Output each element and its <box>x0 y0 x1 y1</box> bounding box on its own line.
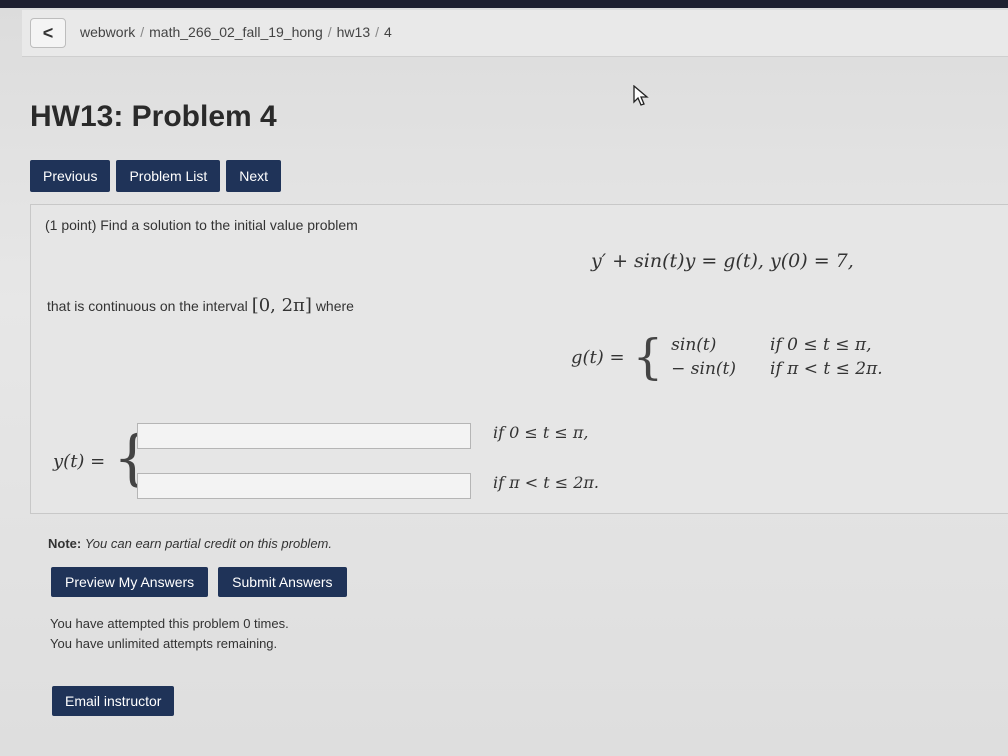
g-case-cond: if π < t ≤ 2π. <box>770 359 883 379</box>
answer-input-2[interactable] <box>137 473 471 499</box>
g-cases: sin(t) if 0 ≤ t ≤ π, − sin(t) if π < t ≤… <box>671 335 883 379</box>
breadcrumb-set[interactable]: hw13 <box>337 24 370 40</box>
page-title: HW13: Problem 4 <box>30 100 277 133</box>
continuity-text: that is continuous on the interval [0, 2… <box>47 295 354 316</box>
email-instructor-button[interactable]: Email instructor <box>52 686 175 716</box>
problem-list-button[interactable]: Problem List <box>116 160 221 192</box>
breadcrumb-problem: 4 <box>384 24 392 40</box>
breadcrumb-separator: / <box>327 24 332 40</box>
breadcrumb-course[interactable]: math_266_02_fall_19_hong <box>149 24 323 40</box>
note-label: Note: <box>48 536 82 551</box>
ivp-equation: y′ + sin(t)y = g(t), y(0) = 7, <box>591 250 854 272</box>
breadcrumb-separator: / <box>375 24 379 40</box>
answer-condition-1: if 0 ≤ t ≤ π, <box>493 423 589 442</box>
problem-body: (1 point) Find a solution to the initial… <box>30 204 1008 514</box>
back-button[interactable]: < <box>30 18 66 48</box>
g-case-expr: − sin(t) <box>671 359 737 379</box>
next-button[interactable]: Next <box>226 160 282 192</box>
attempts-remaining: You have unlimited attempts remaining. <box>50 636 278 651</box>
partial-credit-note: Note: You can earn partial credit on thi… <box>48 536 332 551</box>
problem-nav: Previous Problem List Next <box>30 160 282 192</box>
problem-intro: (1 point) Find a solution to the initial… <box>45 217 358 233</box>
chevron-left-icon: < <box>42 22 54 43</box>
attempts-info: You have attempted this problem 0 times.… <box>50 614 289 654</box>
g-case-expr: sin(t) <box>671 335 717 355</box>
g-case-cond: if 0 ≤ t ≤ π, <box>770 335 872 355</box>
continuity-prefix: that is continuous on the interval <box>47 298 248 314</box>
mouse-pointer-icon <box>633 85 649 106</box>
g-label: g(t) = <box>571 346 625 368</box>
previous-button[interactable]: Previous <box>30 160 111 192</box>
breadcrumb-webwork[interactable]: webwork <box>80 24 135 40</box>
answer-input-1[interactable] <box>137 423 471 449</box>
left-brace-icon: { <box>632 329 664 385</box>
breadcrumb-separator: / <box>140 24 145 40</box>
answer-actions: Preview My Answers Submit Answers <box>51 567 347 597</box>
y-label: y(t) = <box>53 451 106 472</box>
note-text: You can earn partial credit on this prob… <box>84 536 332 551</box>
continuity-suffix: where <box>315 298 354 314</box>
interval: [0, 2π] <box>251 295 312 316</box>
breadcrumb: webwork / math_266_02_fall_19_hong / hw13/4 <box>80 24 392 40</box>
submit-answers-button[interactable]: Submit Answers <box>218 567 347 597</box>
breadcrumb-bar: < webwork / math_266_02_fall_19_hong / hw13/… <box>22 10 1008 57</box>
preview-answers-button[interactable]: Preview My Answers <box>51 567 209 597</box>
answer-condition-2: if π < t ≤ 2π. <box>493 473 600 492</box>
g-definition: g(t) = { sin(t) if 0 ≤ t ≤ π, − sin(t) i… <box>571 329 883 385</box>
attempts-count: You have attempted this problem 0 times. <box>50 616 289 631</box>
top-bar <box>0 0 1008 8</box>
